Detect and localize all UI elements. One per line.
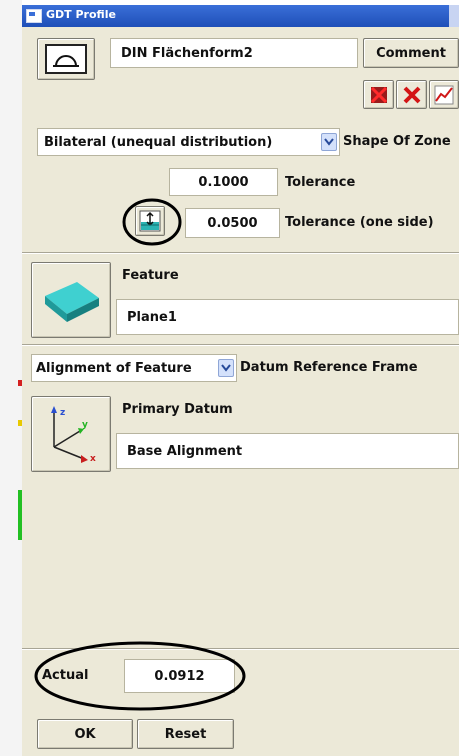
reset-button[interactable]: Reset bbox=[137, 719, 234, 749]
annotation-circle-tolerance bbox=[122, 198, 182, 246]
primary-datum-field[interactable]: Base Alignment bbox=[116, 433, 459, 469]
chevron-down-icon[interactable] bbox=[218, 359, 234, 377]
profile-symbol-button[interactable] bbox=[37, 38, 95, 80]
profile-name-text: DIN Flächenform2 bbox=[121, 46, 253, 61]
comment-label: Comment bbox=[376, 45, 446, 61]
graph-icon bbox=[434, 85, 454, 104]
reset-label: Reset bbox=[164, 726, 207, 742]
feature-label: Feature bbox=[122, 268, 179, 283]
axis-x-label: x bbox=[90, 454, 96, 464]
graph-button[interactable] bbox=[429, 80, 459, 109]
alignment-select[interactable]: Alignment of Feature bbox=[31, 354, 237, 382]
divider bbox=[22, 252, 459, 254]
delete-x-button[interactable] bbox=[396, 80, 427, 109]
feature-button[interactable] bbox=[31, 262, 111, 338]
plane-icon bbox=[45, 282, 99, 322]
tolerance-field[interactable]: 0.1000 bbox=[169, 168, 278, 196]
delete-x-icon bbox=[403, 86, 420, 103]
tolerance-value: 0.1000 bbox=[198, 174, 249, 190]
primary-datum-button[interactable]: z y x bbox=[31, 396, 111, 472]
background-strip bbox=[0, 0, 22, 756]
coordinate-axes-icon: z y x bbox=[51, 406, 96, 464]
tolerance-one-side-label: Tolerance (one side) bbox=[285, 215, 434, 230]
primary-datum-label: Primary Datum bbox=[122, 402, 233, 417]
tolerance-one-side-value: 0.0500 bbox=[207, 215, 258, 231]
window-title: GDT Profile bbox=[46, 8, 116, 21]
window-icon bbox=[26, 9, 42, 23]
shape-of-zone-label: Shape Of Zone bbox=[343, 134, 451, 149]
delete-red-button[interactable] bbox=[363, 80, 394, 109]
axis-z-label: z bbox=[60, 408, 65, 418]
ok-button[interactable]: OK bbox=[37, 719, 133, 749]
ok-label: OK bbox=[74, 726, 96, 742]
profile-surface-icon bbox=[45, 44, 87, 74]
delete-red-icon bbox=[370, 86, 387, 103]
annotation-circle-actual bbox=[34, 641, 246, 711]
alignment-value: Alignment of Feature bbox=[36, 361, 192, 376]
title-bar: GDT Profile bbox=[22, 5, 459, 27]
chevron-down-icon[interactable] bbox=[321, 133, 337, 151]
tolerance-label: Tolerance bbox=[285, 175, 356, 190]
divider bbox=[22, 344, 459, 346]
shape-of-zone-value: Bilateral (unequal distribution) bbox=[44, 135, 273, 150]
close-button[interactable] bbox=[449, 5, 459, 27]
tolerance-one-side-field[interactable]: 0.0500 bbox=[185, 208, 280, 238]
feature-name-text: Plane1 bbox=[127, 310, 177, 325]
comment-button[interactable]: Comment bbox=[363, 38, 459, 68]
datum-reference-frame-label: Datum Reference Frame bbox=[240, 360, 418, 375]
primary-datum-text: Base Alignment bbox=[127, 444, 243, 459]
axis-y-label: y bbox=[82, 420, 88, 430]
profile-name-field[interactable]: DIN Flächenform2 bbox=[110, 38, 358, 68]
feature-name-field[interactable]: Plane1 bbox=[116, 299, 459, 335]
shape-of-zone-select[interactable]: Bilateral (unequal distribution) bbox=[37, 128, 340, 156]
